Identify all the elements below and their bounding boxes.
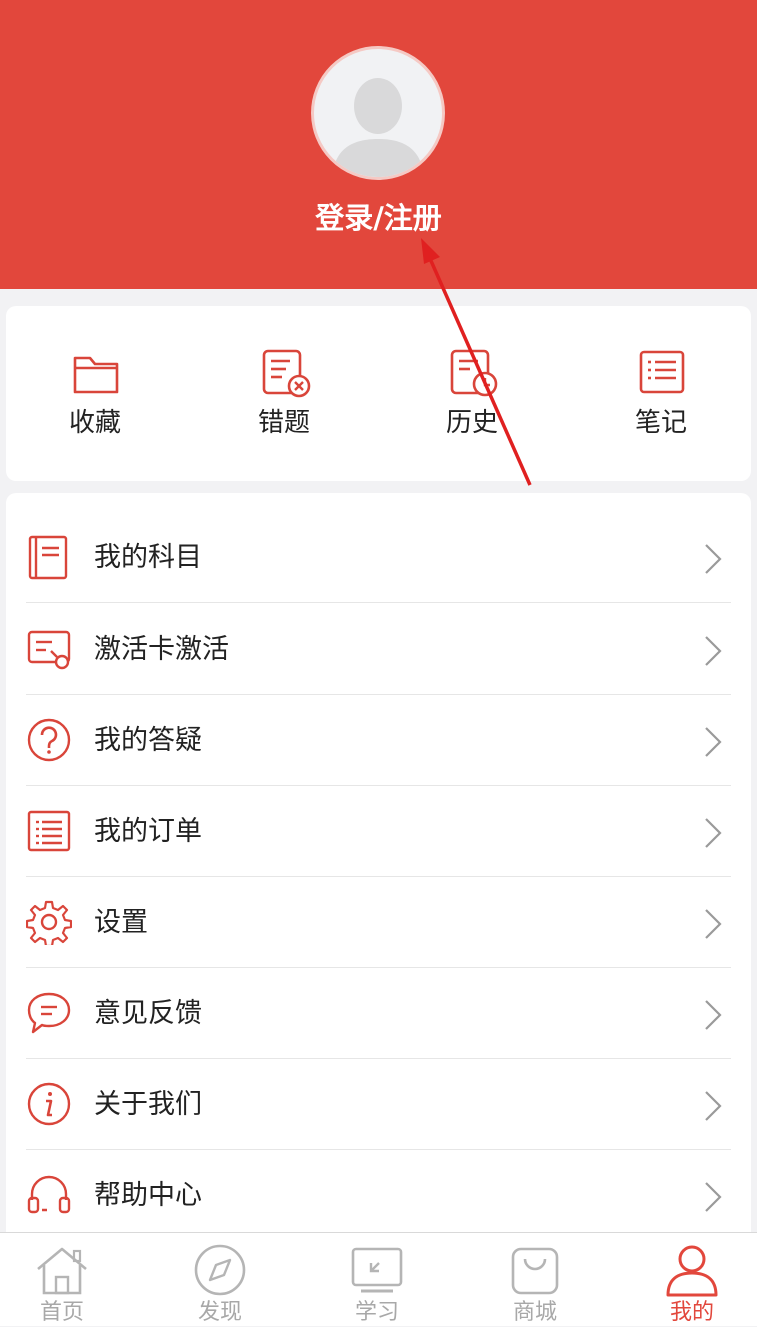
menu-item-my-questions[interactable]: 我的答疑 (6, 695, 751, 786)
menu-item-label: 帮助中心 (94, 1180, 202, 1211)
menu-item-label: 关于我们 (94, 1089, 202, 1120)
quick-action-wrong-questions[interactable]: 错题 (224, 306, 344, 481)
user-profile-icon (666, 1245, 718, 1297)
quick-action-label: 历史 (445, 408, 498, 438)
quick-action-label: 错题 (257, 408, 310, 438)
menu-item-label: 我的答疑 (94, 725, 202, 756)
quick-actions-card: 收藏 错题 历史 笔记 (6, 306, 751, 481)
notes-icon (639, 350, 685, 394)
tab-label: 我的 (669, 1300, 714, 1325)
chevron-right-icon (705, 1091, 722, 1121)
quick-action-history[interactable]: 历史 (412, 306, 532, 481)
chevron-right-icon (705, 636, 722, 666)
menu-item-help-center[interactable]: 帮助中心 (6, 1150, 751, 1241)
study-screen-icon (351, 1247, 403, 1293)
wrong-question-icon (262, 349, 311, 398)
headset-icon (27, 1175, 71, 1214)
question-circle-icon (27, 718, 71, 762)
menu-item-label: 我的科目 (94, 542, 202, 573)
feedback-chat-icon (27, 992, 71, 1034)
quick-action-favorites[interactable]: 收藏 (35, 306, 155, 481)
quick-action-notes[interactable]: 笔记 (601, 306, 721, 481)
default-avatar-icon (332, 78, 424, 177)
chevron-right-icon (705, 1000, 722, 1030)
tab-discover[interactable]: 发现 (160, 1233, 280, 1327)
menu-item-label: 激活卡激活 (94, 634, 229, 665)
divider (26, 602, 731, 603)
tab-label: 发现 (197, 1300, 242, 1325)
menu-item-activate-card[interactable]: 激活卡激活 (6, 604, 751, 695)
tab-study[interactable]: 学习 (317, 1233, 437, 1327)
order-list-icon (27, 810, 71, 852)
menu-item-label: 设置 (94, 907, 148, 938)
compass-icon (194, 1244, 246, 1296)
menu-item-feedback[interactable]: 意见反馈 (6, 968, 751, 1059)
menu-item-my-subjects[interactable]: 我的科目 (6, 512, 751, 603)
profile-header: 登录/注册 (0, 0, 757, 289)
chevron-right-icon (705, 818, 722, 848)
menu-item-label: 我的订单 (94, 816, 202, 847)
tab-label: 首页 (39, 1300, 84, 1325)
activation-card-icon (27, 630, 71, 670)
tab-label: 商城 (512, 1300, 557, 1325)
chevron-right-icon (705, 544, 722, 574)
shopping-bag-icon (511, 1247, 559, 1295)
tab-mall[interactable]: 商城 (475, 1233, 595, 1327)
home-icon (37, 1247, 87, 1295)
login-register-link[interactable]: 登录/注册 (0, 195, 757, 241)
history-icon (450, 349, 498, 397)
info-icon (27, 1082, 71, 1126)
menu-item-my-orders[interactable]: 我的订单 (6, 786, 751, 877)
chevron-right-icon (705, 1182, 722, 1212)
tab-label: 学习 (354, 1300, 399, 1325)
tab-home[interactable]: 首页 (2, 1233, 122, 1327)
menu-item-about-us[interactable]: 关于我们 (6, 1059, 751, 1150)
avatar[interactable] (311, 46, 445, 180)
chevron-right-icon (705, 909, 722, 939)
menu-item-settings[interactable]: 设置 (6, 877, 751, 968)
tab-mine[interactable]: 我的 (632, 1233, 752, 1327)
bottom-tab-bar: 首页 发现 学习 商城 我的 (0, 1232, 757, 1326)
quick-action-label: 收藏 (68, 408, 121, 438)
folder-icon (73, 356, 119, 394)
menu-item-label: 意见反馈 (94, 998, 202, 1029)
quick-action-label: 笔记 (634, 408, 687, 438)
menu-list: 我的科目 激活卡激活 我的答疑 我的订单 设置 意见反馈 关于我们 帮助中心 (6, 493, 751, 1253)
chevron-right-icon (705, 727, 722, 757)
subject-book-icon (28, 535, 68, 580)
gear-icon (26, 900, 72, 945)
